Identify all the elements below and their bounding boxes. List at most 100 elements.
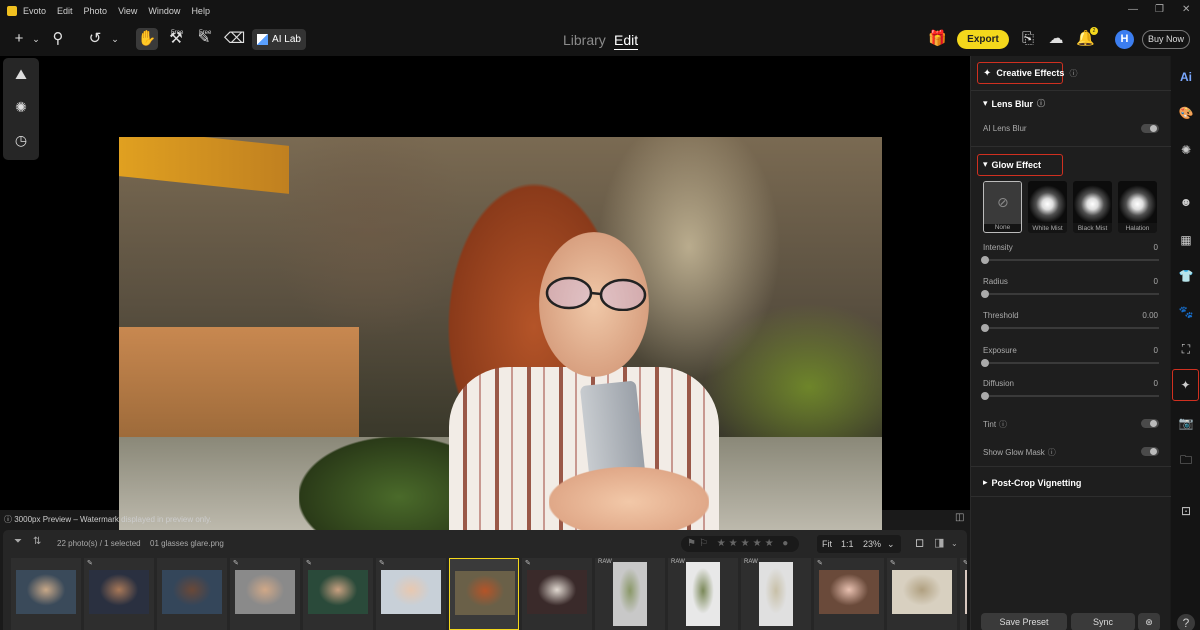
slider-knob[interactable] [981,359,989,367]
slider-knob[interactable] [981,256,989,264]
threshold-slider[interactable] [981,324,1159,332]
fit-button[interactable]: Fit [822,535,832,553]
info-icon[interactable]: ⓘ [999,419,1007,430]
undo-icon[interactable]: ↺ [86,30,104,48]
tab-edit[interactable]: Edit [614,32,639,50]
filmstrip-thumbnail[interactable]: ✎ [303,558,373,630]
compare-split-icon[interactable]: ◫ [955,512,964,523]
rating-stars[interactable]: ⚑⚐ ★★★★★ ● [681,536,799,552]
slider-knob[interactable] [981,392,989,400]
menu-evoto[interactable]: Evoto [23,6,46,16]
pet-icon[interactable]: 🐾 [1176,302,1196,322]
preset-black-mist[interactable]: Black Mist [1073,181,1112,233]
preset-halation[interactable]: Halation [1118,181,1157,233]
radius-slider[interactable] [981,290,1159,298]
one-to-one-button[interactable]: 1:1 [841,535,854,553]
add-dropdown-chevron-icon[interactable]: ⌄ [27,30,45,48]
menu-window[interactable]: Window [148,6,180,16]
crop-icon[interactable]: ⛶ [1176,339,1196,359]
save-preset-button[interactable]: Save Preset [981,613,1067,630]
ai-lens-blur-toggle[interactable] [1141,124,1159,133]
filmstrip-thumbnail[interactable]: RAW [741,558,811,630]
filmstrip-thumbnail[interactable]: ✎ [887,558,957,630]
info-icon[interactable]: ⓘ [1048,447,1056,458]
palette-icon[interactable]: 🎨 [1176,103,1196,123]
filmstrip-thumbnail[interactable]: ✎ [84,558,154,630]
close-icon[interactable]: ✕ [1182,4,1190,15]
tab-library[interactable]: Library [563,32,606,48]
menu-photo[interactable]: Photo [84,6,108,16]
share-icon[interactable]: ⎘ [1019,30,1037,48]
menu-view[interactable]: View [118,6,137,16]
maximize-icon[interactable]: ❐ [1155,4,1164,15]
filter-icon[interactable]: ⏷ [14,536,22,547]
filmstrip-thumbnail[interactable]: ✎ [960,558,967,630]
menu-help[interactable]: Help [191,6,210,16]
search-icon[interactable]: ⚲ [49,30,67,48]
stamp-tool-icon[interactable]: Free ⚒ [167,30,185,48]
creative-effects-icon[interactable]: ✦ [1172,369,1199,401]
folder-icon[interactable]: 🗀 [1176,450,1196,470]
landscape-adjust-icon[interactable]: ⛰ [3,58,39,91]
filmstrip-thumbnail[interactable] [11,558,81,630]
filmstrip-thumbnail[interactable]: ✎ [230,558,300,630]
image-canvas[interactable] [0,56,970,551]
filmstrip-thumbnail[interactable]: ✎ [814,558,884,630]
radius-value[interactable]: 0 [1154,277,1158,286]
filmstrip-thumbnail[interactable]: RAW [668,558,738,630]
threshold-value[interactable]: 0.00 [1142,311,1158,320]
tint-toggle[interactable] [1141,419,1159,428]
zoom-value[interactable]: 23% [863,535,881,553]
filmstrip-thumbnail[interactable]: ✎ [522,558,592,630]
undo-dropdown-chevron-icon[interactable]: ⌄ [106,30,124,48]
compare-view-icon[interactable]: ◨ [934,536,944,549]
menu-edit[interactable]: Edit [57,6,73,16]
intensity-value[interactable]: 0 [1154,243,1158,252]
diffusion-value[interactable]: 0 [1154,379,1158,388]
filmstrip-thumbnail[interactable] [449,558,519,630]
filmstrip-thumbnail[interactable]: ✎ [376,558,446,630]
slider-knob[interactable] [981,324,989,332]
preset-none[interactable]: ⊘ None [983,181,1022,233]
clothing-icon[interactable]: 👕 [1176,266,1196,286]
intensity-slider[interactable] [981,256,1159,264]
avatar[interactable]: H [1115,30,1134,49]
gift-icon[interactable]: 🎁 [928,30,947,48]
exposure-slider[interactable] [981,359,1159,367]
patch-tool-icon[interactable]: Free ✎ [195,30,213,48]
bookmark-icon[interactable]: ⊡ [1176,501,1196,521]
face-retouch-icon[interactable]: ☻ [1176,192,1196,212]
history-clock-icon[interactable]: ◷ [3,124,39,157]
sync-settings-icon[interactable]: ⊛ [1138,613,1160,630]
glow-effect-section[interactable]: ▾ Glow Effect [983,159,1041,170]
minimize-icon[interactable]: — [1128,4,1138,15]
slider-knob[interactable] [981,290,989,298]
diffusion-slider[interactable] [981,392,1159,400]
photo-preview[interactable] [119,137,882,551]
sync-button[interactable]: Sync [1071,613,1135,630]
filmstrip-thumbnail[interactable]: RAW [595,558,665,630]
notification-bell-icon[interactable]: 🔔 2 [1076,27,1098,48]
show-glow-mask-toggle[interactable] [1141,447,1159,456]
post-crop-vignetting-section[interactable]: ▸ Post-Crop Vignetting [983,477,1081,488]
add-icon[interactable]: + [10,30,28,48]
zoom-chevron-icon[interactable]: ⌄ [887,535,895,553]
camera-icon[interactable]: 📷 [1176,413,1196,433]
info-icon[interactable]: ⓘ [1037,98,1045,109]
cloud-icon[interactable]: ☁ [1047,30,1065,48]
help-icon[interactable]: ? [1177,614,1195,630]
single-view-icon[interactable]: ◻ [915,536,924,549]
lens-blur-section[interactable]: ▾ Lens Blur ⓘ [983,98,1045,109]
texture-icon[interactable]: ✺ [1176,140,1196,160]
hand-tool-icon[interactable]: ✋ [136,28,158,50]
export-button[interactable]: Export [957,30,1009,49]
eraser-icon[interactable]: ⌫ [224,30,245,48]
filmstrip-thumbnail[interactable] [157,558,227,630]
ai-icon[interactable]: Ai [1176,67,1196,87]
sort-icon[interactable]: ⇅ [33,536,41,547]
buy-now-button[interactable]: Buy Now [1142,30,1190,49]
view-chevron-icon[interactable]: ⌄ [951,539,958,548]
exposure-value[interactable]: 0 [1154,346,1158,355]
preset-white-mist[interactable]: White Mist [1028,181,1067,233]
info-icon[interactable]: ⓘ [1069,68,1077,79]
